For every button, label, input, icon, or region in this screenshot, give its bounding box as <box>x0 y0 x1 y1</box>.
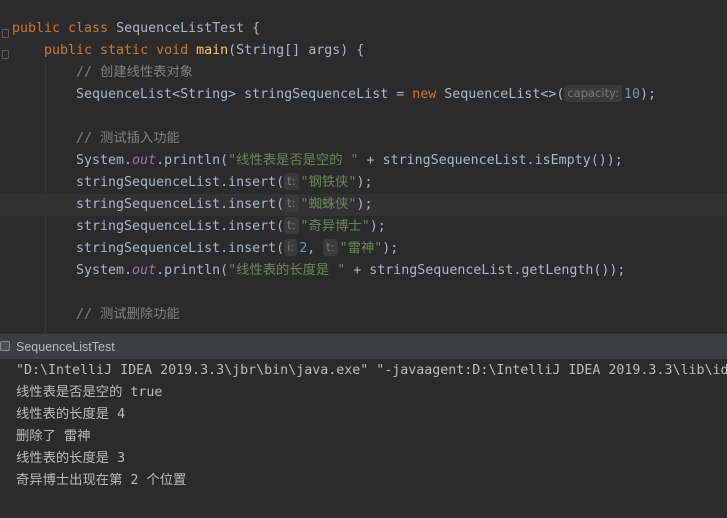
run-tool-window: SequenceListTest "D:\IntelliJ IDEA 2019.… <box>0 333 727 518</box>
code-text: SequenceList<>( <box>436 87 565 102</box>
code-text: ); <box>356 175 373 190</box>
run-tab-title[interactable]: SequenceListTest <box>16 334 115 360</box>
parameter-hint: t: <box>284 217 299 234</box>
editor-gutter <box>0 0 12 333</box>
code-comment-insert: // 测试插入功能 <box>76 131 180 146</box>
code-line-insert-2-current: stringSequenceList.insert(t: "蜘蛛侠"); <box>0 194 727 216</box>
code-text: + stringSequenceList.getLength()); <box>345 263 626 278</box>
keyword: public class <box>12 21 117 36</box>
string-literal: "线性表的长度是 " <box>228 263 346 278</box>
parameter-hint: t: <box>323 239 338 256</box>
code-text: stringSequenceList.insert( <box>76 241 285 256</box>
code-text: stringSequenceList.insert( <box>76 219 285 234</box>
run-tab-bar: SequenceListTest <box>0 334 727 360</box>
code-line-insert-4: stringSequenceList.insert(i: 2, t: "雷神"); <box>76 238 398 260</box>
code-line-class-declaration: public class SequenceListTest { <box>12 18 260 40</box>
static-field: out <box>132 263 157 278</box>
console-output-line: 奇异博士出现在第 2 个位置 <box>16 473 187 488</box>
console-output-line: 删除了 雷神 <box>16 429 91 444</box>
string-literal: "蜘蛛侠" <box>300 197 357 212</box>
code-text: ); <box>639 87 656 102</box>
code-line-insert-1: stringSequenceList.insert(t: "钢铁侠"); <box>76 172 372 194</box>
class-name: SequenceListTest <box>116 21 245 36</box>
string-literal: "奇异博士" <box>300 219 370 234</box>
string-literal: "钢铁侠" <box>300 175 357 190</box>
code-text: ); <box>369 219 386 234</box>
code-line-println-length: System.out.println("线性表的长度是 " + stringSe… <box>76 260 625 282</box>
code-text: .println( <box>156 263 229 278</box>
code-text: SequenceList<String> stringSequenceList … <box>76 87 413 102</box>
code-line-insert-3: stringSequenceList.insert(t: "奇异博士"); <box>76 216 386 238</box>
number-literal: 10 <box>623 87 640 102</box>
console-output-line: "D:\IntelliJ IDEA 2019.3.3\jbr\bin\java.… <box>16 363 727 378</box>
console-output-line: 线性表是否是空的 true <box>16 385 163 400</box>
code-text: .println( <box>156 153 229 168</box>
fold-marker-icon[interactable] <box>2 29 9 38</box>
parameter-hint: i: <box>284 239 298 256</box>
code-text: ); <box>382 241 399 256</box>
code-text: stringSequenceList.insert( <box>76 175 285 190</box>
code-text: + stringSequenceList.isEmpty()); <box>358 153 623 168</box>
run-config-icon <box>0 341 10 351</box>
code-text: stringSequenceList.insert( <box>76 197 285 212</box>
code-text: System. <box>76 263 133 278</box>
keyword: new <box>412 87 437 102</box>
parameter-hint: t: <box>284 173 299 190</box>
console-output-line: 线性表的长度是 3 <box>16 451 126 466</box>
code-line-println-empty: System.out.println("线性表是否是空的 " + stringS… <box>76 150 623 172</box>
code-text: , <box>307 241 324 256</box>
fold-marker-icon[interactable] <box>2 50 9 59</box>
keyword: public static void <box>44 43 197 58</box>
console-output-line: 线性表的长度是 4 <box>16 407 126 422</box>
code-text: (String[] args) { <box>228 43 365 58</box>
code-text: System. <box>76 153 133 168</box>
parameter-hint: t: <box>284 195 299 212</box>
static-field: out <box>132 153 157 168</box>
code-text: { <box>244 21 261 36</box>
string-literal: "雷神" <box>339 241 383 256</box>
code-comment-create: // 创建线性表对象 <box>76 65 194 80</box>
code-text: ); <box>356 197 373 212</box>
parameter-hint: capacity: <box>564 85 622 102</box>
code-comment-delete: // 测试删除功能 <box>76 307 180 322</box>
code-line-main-declaration: public static void main(String[] args) { <box>44 40 364 62</box>
method-name: main <box>196 43 229 58</box>
code-editor[interactable]: public class SequenceListTest { public s… <box>0 0 727 333</box>
string-literal: "线性表是否是空的 " <box>228 153 359 168</box>
code-line-create-list: SequenceList<String> stringSequenceList … <box>76 84 656 106</box>
